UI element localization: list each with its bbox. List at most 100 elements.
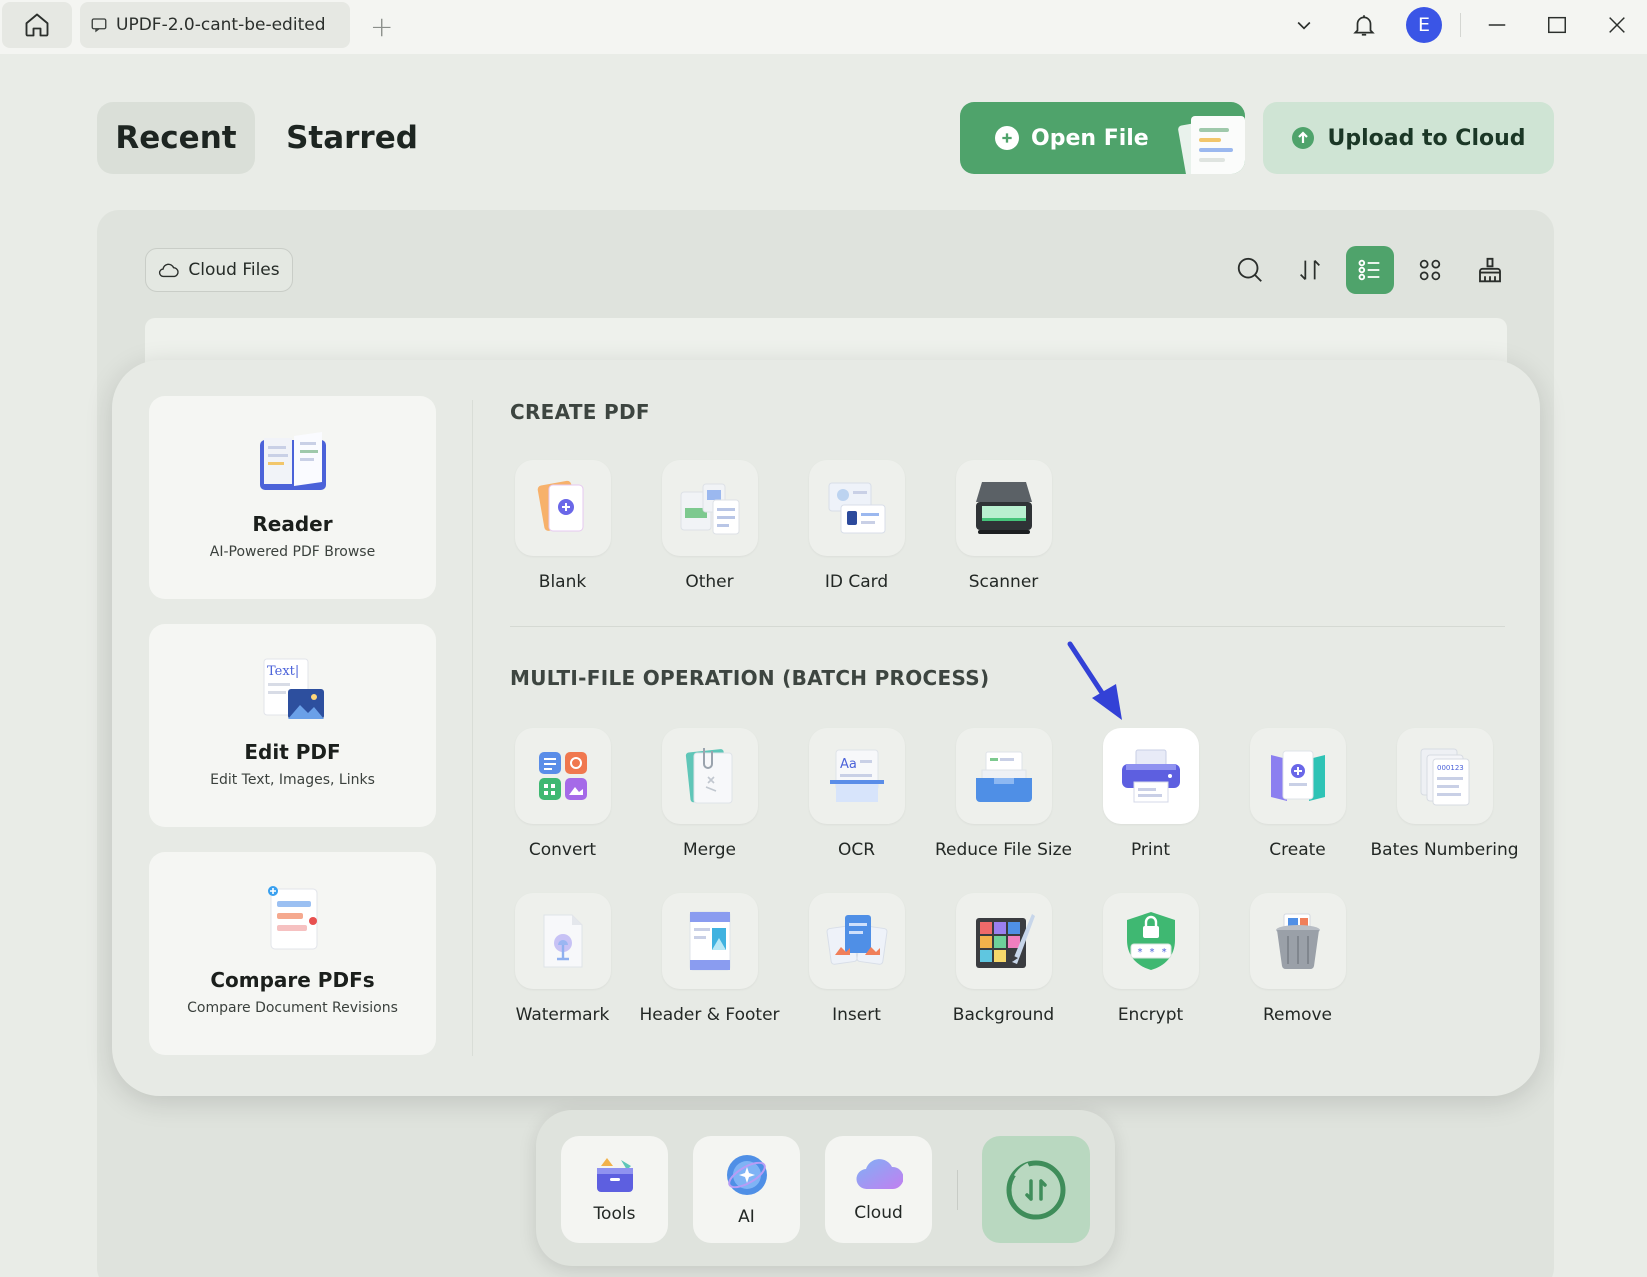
- batch-heading: MULTI-FILE OPERATION (BATCH PROCESS): [510, 666, 990, 690]
- plus-circle-icon: [995, 126, 1019, 150]
- tool-label: Watermark: [515, 1005, 610, 1025]
- cloud-files-button[interactable]: Cloud Files: [145, 248, 293, 292]
- minimize-icon: [1488, 24, 1506, 26]
- reader-subtitle: AI-Powered PDF Browse: [209, 544, 376, 560]
- edit-pdf-card[interactable]: Text| Edit PDF Edit Text, Images, Links: [149, 624, 436, 827]
- document-tab[interactable]: UPDF-2.0-cant-be-edited: [80, 2, 350, 48]
- tool-label: Header & Footer: [639, 1005, 780, 1025]
- edit-pdf-icon: Text|: [256, 654, 330, 726]
- tool-label: Remove: [1263, 1005, 1332, 1025]
- comment-icon: [91, 18, 107, 33]
- home-button[interactable]: [2, 2, 72, 48]
- dock-label: AI: [738, 1206, 755, 1227]
- tool-other[interactable]: Other: [636, 460, 783, 592]
- cloud-icon: [159, 263, 180, 278]
- view-toolbar: [1226, 246, 1514, 294]
- other-formats-icon: [661, 460, 758, 556]
- tool-merge[interactable]: Merge: [636, 728, 783, 860]
- tools-popup: Reader AI-Powered PDF Browse Text| Edit …: [112, 360, 1540, 1096]
- blank-icon: [514, 460, 611, 556]
- tool-remove[interactable]: Remove: [1224, 893, 1371, 1025]
- trash-can-icon: [1249, 893, 1346, 989]
- reader-card[interactable]: Reader AI-Powered PDF Browse: [149, 396, 436, 599]
- tab-title: UPDF-2.0-cant-be-edited: [116, 15, 326, 35]
- background-icon: [955, 893, 1052, 989]
- tool-reduce-file-size[interactable]: Reduce File Size: [930, 728, 1077, 860]
- tab-recent[interactable]: Recent: [97, 102, 255, 174]
- tool-insert[interactable]: Insert: [783, 893, 930, 1025]
- dock-sync-button[interactable]: [982, 1136, 1090, 1243]
- sort-button[interactable]: [1286, 246, 1334, 294]
- new-tab-button[interactable]: +: [370, 10, 393, 43]
- tool-convert[interactable]: Convert: [489, 728, 636, 860]
- chevron-down-icon: [1297, 21, 1311, 30]
- broom-icon: [1479, 257, 1501, 283]
- tab-list-button[interactable]: [1274, 0, 1334, 50]
- grid-view-icon: [1419, 259, 1441, 281]
- tool-label: Encrypt: [1117, 1005, 1184, 1025]
- divider: [472, 400, 473, 1056]
- maximize-button[interactable]: [1527, 0, 1587, 50]
- notifications-button[interactable]: [1334, 0, 1394, 50]
- tool-id-card[interactable]: ID Card: [783, 460, 930, 592]
- tool-label: Convert: [528, 840, 597, 860]
- account-button[interactable]: E: [1394, 0, 1454, 50]
- toolbox-icon: [596, 1157, 633, 1192]
- compare-pdfs-title: Compare PDFs: [210, 968, 375, 992]
- tool-encrypt[interactable]: * * * Encrypt: [1077, 893, 1224, 1025]
- dock-cloud-button[interactable]: Cloud: [825, 1136, 932, 1243]
- compare-pdfs-card[interactable]: Compare PDFs Compare Document Revisions: [149, 852, 436, 1055]
- avatar: E: [1406, 7, 1442, 43]
- divider: [510, 626, 1505, 627]
- dock-ai-button[interactable]: AI: [693, 1136, 800, 1243]
- bottom-dock: Tools AI Cloud: [536, 1110, 1115, 1266]
- clean-button[interactable]: [1466, 246, 1514, 294]
- tool-print[interactable]: Print: [1077, 728, 1224, 860]
- dock-label: Tools: [593, 1203, 636, 1224]
- cloud-files-label: Cloud Files: [188, 260, 280, 280]
- tool-blank[interactable]: Blank: [489, 460, 636, 592]
- dock-tools-button[interactable]: Tools: [561, 1136, 668, 1243]
- compare-pdfs-icon: [263, 882, 323, 954]
- upload-icon: [1292, 127, 1315, 149]
- tool-bates-numbering[interactable]: 000123 Bates Numbering: [1370, 728, 1519, 860]
- upload-to-cloud-button[interactable]: Upload to Cloud: [1263, 102, 1554, 174]
- compare-pdfs-subtitle: Compare Document Revisions: [187, 1000, 398, 1016]
- tool-label: Scanner: [968, 572, 1039, 592]
- minimize-button[interactable]: [1467, 0, 1527, 50]
- divider: [957, 1170, 958, 1210]
- convert-icon: [514, 728, 611, 824]
- ai-icon: [726, 1154, 767, 1195]
- tool-label: Create: [1269, 840, 1326, 860]
- list-view-button[interactable]: [1346, 246, 1394, 294]
- title-bar: UPDF-2.0-cant-be-edited + E: [0, 0, 1647, 54]
- tool-label: Other: [685, 572, 734, 592]
- tool-header-footer[interactable]: Header & Footer: [636, 893, 783, 1025]
- open-file-button[interactable]: Open File: [960, 102, 1245, 174]
- svg-text:Aa: Aa: [840, 757, 857, 772]
- tool-label: Blank: [538, 572, 587, 592]
- create-icon: [1249, 728, 1346, 824]
- tab-starred[interactable]: Starred: [272, 102, 432, 174]
- edit-pdf-title: Edit PDF: [244, 740, 341, 764]
- grid-view-button[interactable]: [1406, 246, 1454, 294]
- create-pdf-heading: CREATE PDF: [510, 400, 650, 424]
- tool-scanner[interactable]: Scanner: [930, 460, 1077, 592]
- tool-background[interactable]: Background: [930, 893, 1077, 1025]
- close-button[interactable]: [1587, 0, 1647, 50]
- scanner-icon: [955, 460, 1052, 556]
- tool-watermark[interactable]: Watermark: [489, 893, 636, 1025]
- list-view-icon: [1358, 259, 1380, 281]
- tool-ocr[interactable]: Aa OCR: [783, 728, 930, 860]
- dock-label: Cloud: [854, 1202, 903, 1223]
- tool-label: Print: [1130, 840, 1171, 860]
- tool-create[interactable]: Create: [1224, 728, 1371, 860]
- svg-text:Text|: Text|: [267, 664, 299, 679]
- sort-icon: [1300, 260, 1320, 280]
- home-icon: [25, 13, 49, 37]
- encrypt-shield-icon: * * *: [1102, 893, 1199, 989]
- insert-icon: [808, 893, 905, 989]
- search-button[interactable]: [1226, 246, 1274, 294]
- ocr-icon: Aa: [808, 728, 905, 824]
- tool-label: OCR: [837, 840, 876, 860]
